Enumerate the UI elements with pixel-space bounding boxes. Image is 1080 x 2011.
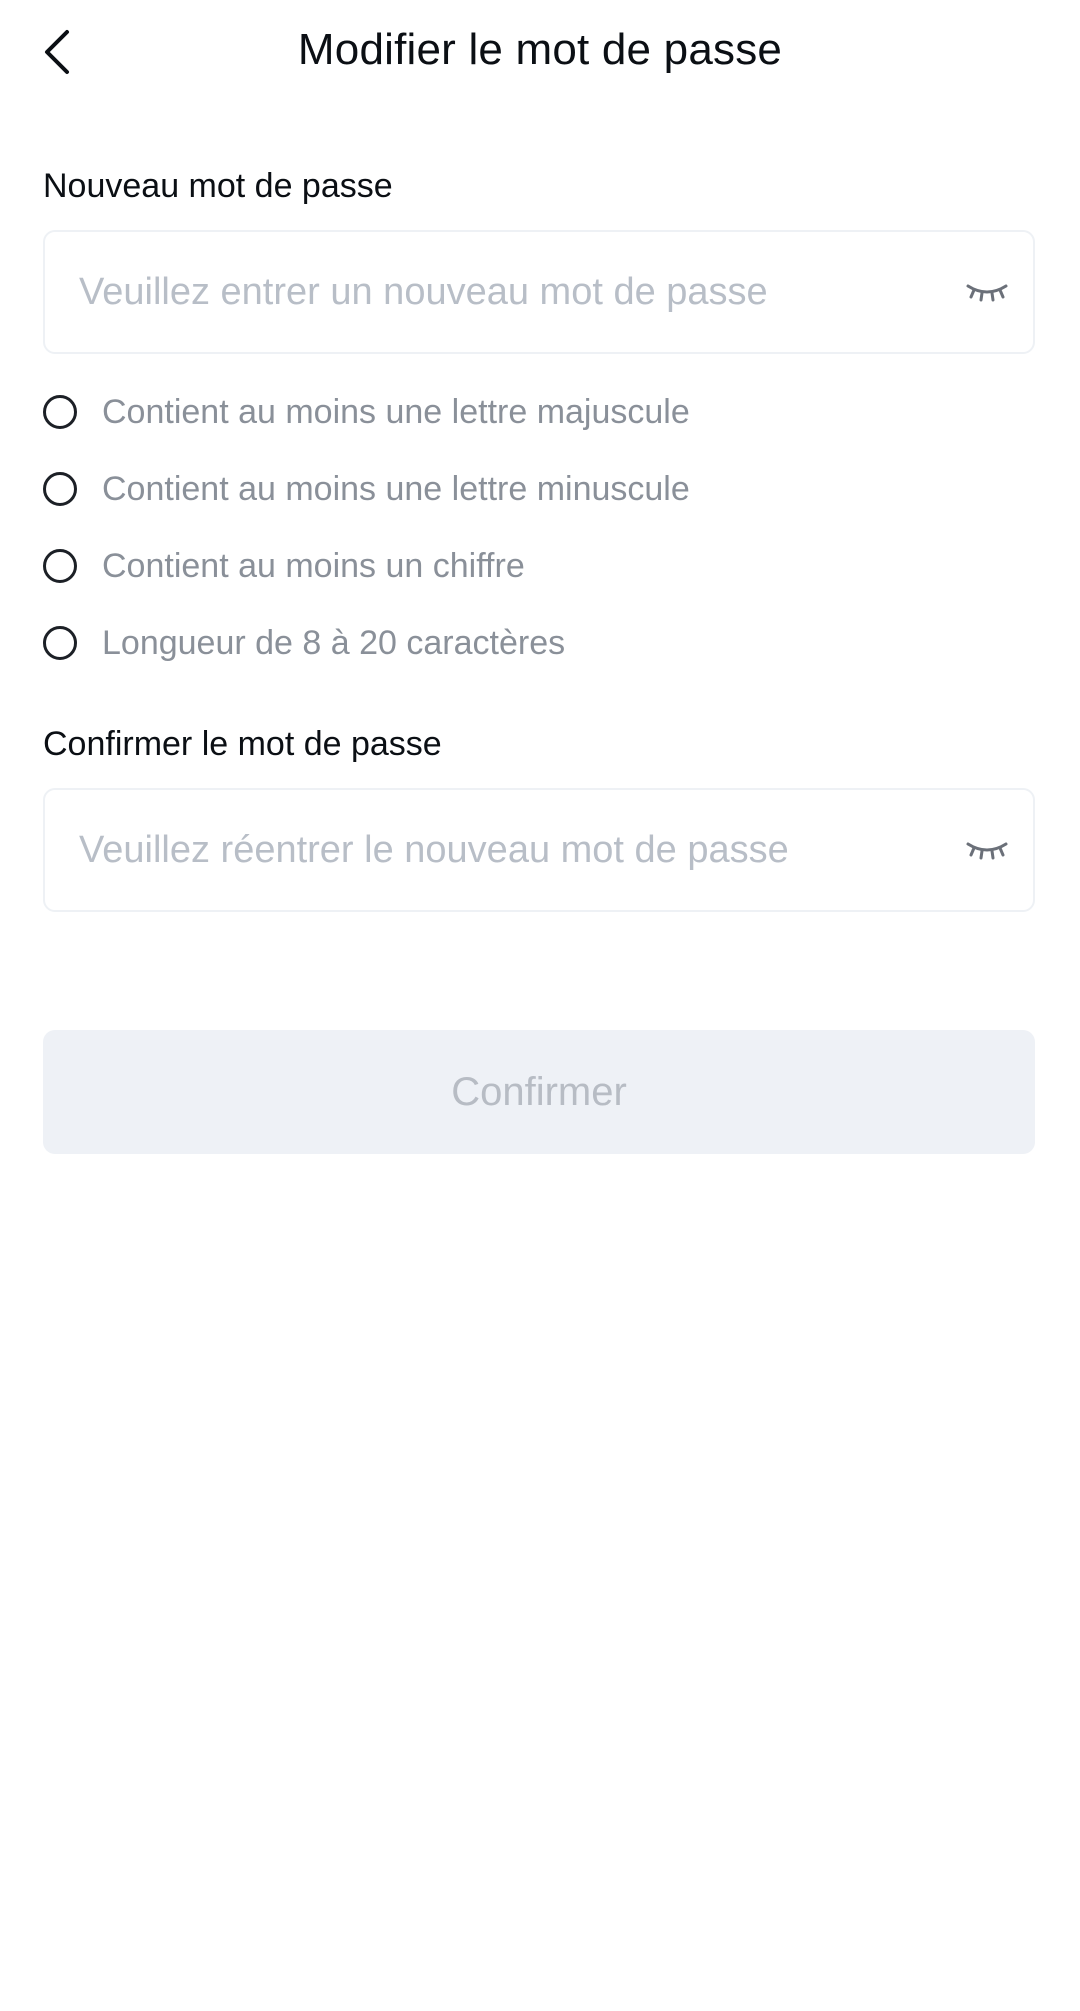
rule-length: Longueur de 8 à 20 caractères xyxy=(43,621,565,665)
new-password-label: Nouveau mot de passe xyxy=(43,167,393,205)
confirm-password-field[interactable] xyxy=(43,788,1035,912)
rule-label: Longueur de 8 à 20 caractères xyxy=(102,624,566,662)
top-bar: Modifier le mot de passe xyxy=(0,0,1080,100)
confirm-password-label: Confirmer le mot de passe xyxy=(43,725,442,763)
rule-lowercase: Contient au moins une lettre minuscule xyxy=(43,467,690,511)
rule-label: Contient au moins une lettre minuscule xyxy=(102,470,690,508)
unchecked-circle-icon xyxy=(43,395,77,429)
unchecked-circle-icon xyxy=(43,549,77,583)
eye-closed-icon xyxy=(966,842,1008,860)
unchecked-circle-icon xyxy=(43,472,77,506)
confirm-password-input[interactable] xyxy=(79,790,899,910)
confirm-button[interactable]: Confirmer xyxy=(43,1030,1035,1154)
unchecked-circle-icon xyxy=(43,626,77,660)
new-password-input[interactable] xyxy=(79,232,899,352)
new-password-visibility-toggle[interactable] xyxy=(963,272,1011,312)
rule-label: Contient au moins un chiffre xyxy=(102,547,525,585)
rule-uppercase: Contient au moins une lettre majuscule xyxy=(43,390,690,434)
confirm-password-visibility-toggle[interactable] xyxy=(963,830,1011,870)
new-password-field[interactable] xyxy=(43,230,1035,354)
page-title: Modifier le mot de passe xyxy=(297,25,783,74)
eye-closed-icon xyxy=(966,284,1008,302)
rule-label: Contient au moins une lettre majuscule xyxy=(102,393,690,431)
rule-digit: Contient au moins un chiffre xyxy=(43,544,525,588)
